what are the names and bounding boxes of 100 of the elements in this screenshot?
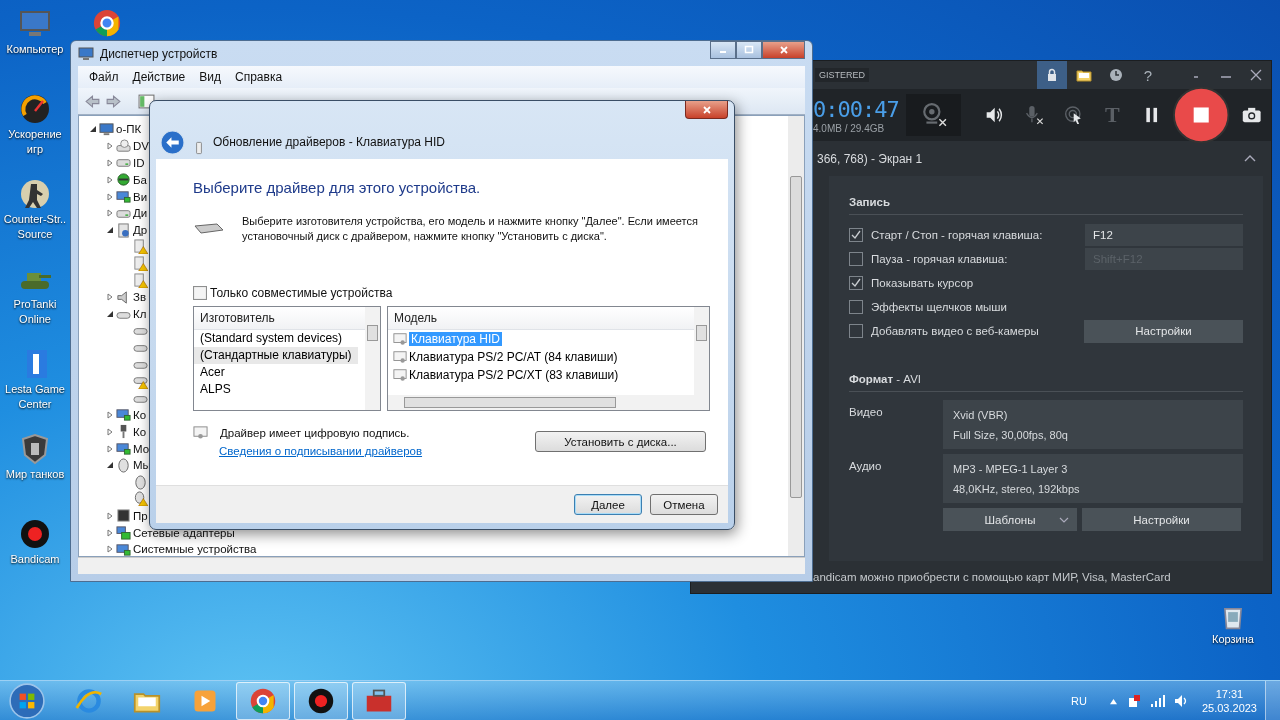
expand-toggle-icon[interactable] xyxy=(106,293,114,302)
cancel-button[interactable]: Отмена xyxy=(650,494,718,515)
record-icon xyxy=(307,687,335,715)
maximize-button[interactable] xyxy=(736,41,762,59)
forward-arrow-icon[interactable] xyxy=(105,92,122,110)
tree-item[interactable]: Ко xyxy=(133,408,147,421)
tree-item[interactable]: Ди xyxy=(133,207,148,220)
desktop-shortcut[interactable]: Ускорение игр xyxy=(0,89,70,174)
menu-item[interactable]: Справка xyxy=(228,70,290,84)
menu-item[interactable]: Действие xyxy=(125,70,193,84)
taskbar-button[interactable] xyxy=(294,682,348,720)
model-item[interactable]: Клавиатура PS/2 PC/AT (84 клавиши) xyxy=(409,350,618,364)
microphone-icon[interactable] xyxy=(1023,104,1045,126)
stop-record-button[interactable] xyxy=(1173,86,1230,144)
show-desktop-button[interactable] xyxy=(1265,681,1280,720)
back-arrow-icon[interactable] xyxy=(84,92,101,110)
format-settings-button[interactable]: Настройки xyxy=(1082,508,1241,531)
have-disk-button[interactable]: Установить с диска... xyxy=(535,431,706,452)
tree-item[interactable]: о-ПК xyxy=(116,123,142,136)
mouse-warning-icon xyxy=(133,491,148,507)
manufacturer-item[interactable]: Acer xyxy=(194,364,231,381)
warning-device-icon xyxy=(133,239,148,255)
scrollbar[interactable] xyxy=(694,307,709,395)
expand-toggle-icon[interactable] xyxy=(106,142,114,151)
tree-item[interactable]: ID xyxy=(133,157,145,169)
tree-item[interactable]: Ко xyxy=(133,425,147,438)
option-checkbox[interactable]: Добавлять видео с веб-камеры xyxy=(849,324,1039,338)
expand-toggle-icon[interactable] xyxy=(106,175,114,184)
help-button[interactable]: ? xyxy=(1133,61,1163,89)
expand-toggle-icon[interactable] xyxy=(106,528,114,537)
tree-item[interactable]: Зв xyxy=(133,291,147,304)
language-indicator[interactable]: RU xyxy=(1071,695,1087,707)
expand-toggle-icon[interactable] xyxy=(106,209,114,218)
recording-timer: 0:00:47 xyxy=(813,96,900,123)
tree-item[interactable]: Мо xyxy=(133,442,150,455)
panel-icon[interactable] xyxy=(138,92,155,110)
signing-info-link[interactable]: Сведения о подписывании драйверов xyxy=(219,445,423,457)
desktop-shortcut[interactable]: Компьютер xyxy=(0,4,70,89)
audio-format-box[interactable]: MP3 - MPEG-1 Layer 3 48,0KHz, stereo, 192kbps xyxy=(943,454,1243,503)
signal-icon[interactable] xyxy=(1149,693,1166,709)
horizontal-scrollbar[interactable] xyxy=(388,395,709,410)
desktop-shortcut[interactable]: Counter-Str.. Source xyxy=(0,174,70,259)
folder-icon xyxy=(1076,67,1092,83)
menu-item[interactable]: Файл xyxy=(82,70,126,84)
lock-button[interactable] xyxy=(1037,61,1067,89)
menu-item[interactable]: Вид xyxy=(192,70,228,84)
expand-toggle-icon[interactable] xyxy=(106,511,114,520)
presets-dropdown[interactable]: Шаблоны xyxy=(943,508,1077,531)
model-list[interactable]: Модель Клавиатура HID Клавиатура PS/2 PC/AT (84 клавиши) Клавиатура PS/2 PC/XT (83 клавиши) xyxy=(387,306,710,411)
start-button[interactable] xyxy=(8,682,46,720)
tree-item[interactable]: Ба xyxy=(133,173,147,186)
minimize-button[interactable] xyxy=(710,41,736,59)
tree-item[interactable]: Кл xyxy=(133,308,147,321)
expand-toggle-icon[interactable] xyxy=(106,427,114,436)
option-checkbox[interactable]: Старт / Стоп - горячая клавиша: xyxy=(849,228,1043,242)
tree-item[interactable]: Сетевые адаптеры xyxy=(133,526,235,539)
tray-expand-icon[interactable] xyxy=(1108,697,1118,705)
taskbar-button[interactable] xyxy=(352,682,406,720)
option-checkbox[interactable]: Эффекты щелчков мыши xyxy=(849,300,1007,314)
compatible-only-checkbox[interactable]: Только совместимые устройства xyxy=(193,286,710,300)
expand-toggle-icon[interactable] xyxy=(106,444,114,453)
expand-toggle-icon[interactable] xyxy=(106,159,114,167)
registration-badge: GISTERED xyxy=(815,68,869,82)
close-button[interactable] xyxy=(762,41,805,59)
expand-toggle-icon[interactable] xyxy=(106,310,114,319)
scrollbar[interactable] xyxy=(365,307,380,410)
option-checkbox[interactable]: Показывать курсор xyxy=(849,276,974,290)
dialog-heading: Выберите драйвер для этого устройства. xyxy=(193,179,482,196)
expand-toggle-icon[interactable] xyxy=(106,192,114,201)
tree-item[interactable]: Др xyxy=(133,224,148,237)
video-format-box[interactable]: Xvid (VBR) Full Size, 30,00fps, 80q xyxy=(943,400,1243,449)
tree-item[interactable]: Системные устройства xyxy=(133,543,257,556)
desktop-shortcut[interactable]: Lesta Game Center xyxy=(0,344,70,429)
close-icon[interactable] xyxy=(1249,68,1263,82)
manufacturer-item[interactable]: (Standard system devices) xyxy=(194,330,349,347)
expand-toggle-icon[interactable] xyxy=(106,545,114,554)
expand-toggle-icon[interactable] xyxy=(89,125,97,134)
option-checkbox[interactable]: Пауза - горячая клавиша: xyxy=(849,252,1008,266)
hotkey-field[interactable]: F12 xyxy=(1085,224,1243,246)
model-item[interactable]: Клавиатура PS/2 PC/XT (83 клавиши) xyxy=(409,368,619,382)
tree-item[interactable]: DV xyxy=(133,140,149,153)
webcam-button[interactable] xyxy=(906,94,961,136)
tree-item[interactable]: Ви xyxy=(133,190,148,203)
scrollbar[interactable] xyxy=(788,116,804,556)
webcam-settings-button[interactable]: Настройки xyxy=(1084,319,1243,343)
tree-item[interactable]: Пр xyxy=(133,509,148,522)
next-button[interactable]: Далее xyxy=(574,494,642,515)
computer-icon xyxy=(99,121,114,137)
desktop-shortcut[interactable]: Корзина xyxy=(1196,600,1270,656)
manufacturer-list[interactable]: Изготовитель (Standard system devices) (Стандартные клавиатуры) Acer ALPS xyxy=(193,306,381,411)
expand-toggle-icon[interactable] xyxy=(106,226,114,235)
expand-toggle-icon[interactable] xyxy=(106,461,114,470)
back-button[interactable] xyxy=(160,130,185,155)
manufacturer-item[interactable]: ALPS xyxy=(194,381,237,398)
manufacturer-item[interactable]: (Стандартные клавиатуры) xyxy=(194,347,358,364)
file-size: 4.0MB / 29.4GB xyxy=(813,122,886,134)
clock[interactable]: 17:31 25.03.2023 xyxy=(1201,687,1257,715)
expand-toggle-icon[interactable] xyxy=(106,410,114,419)
desktop-shortcut[interactable]: ProTanki Online xyxy=(0,259,70,344)
close-button[interactable] xyxy=(685,101,728,119)
